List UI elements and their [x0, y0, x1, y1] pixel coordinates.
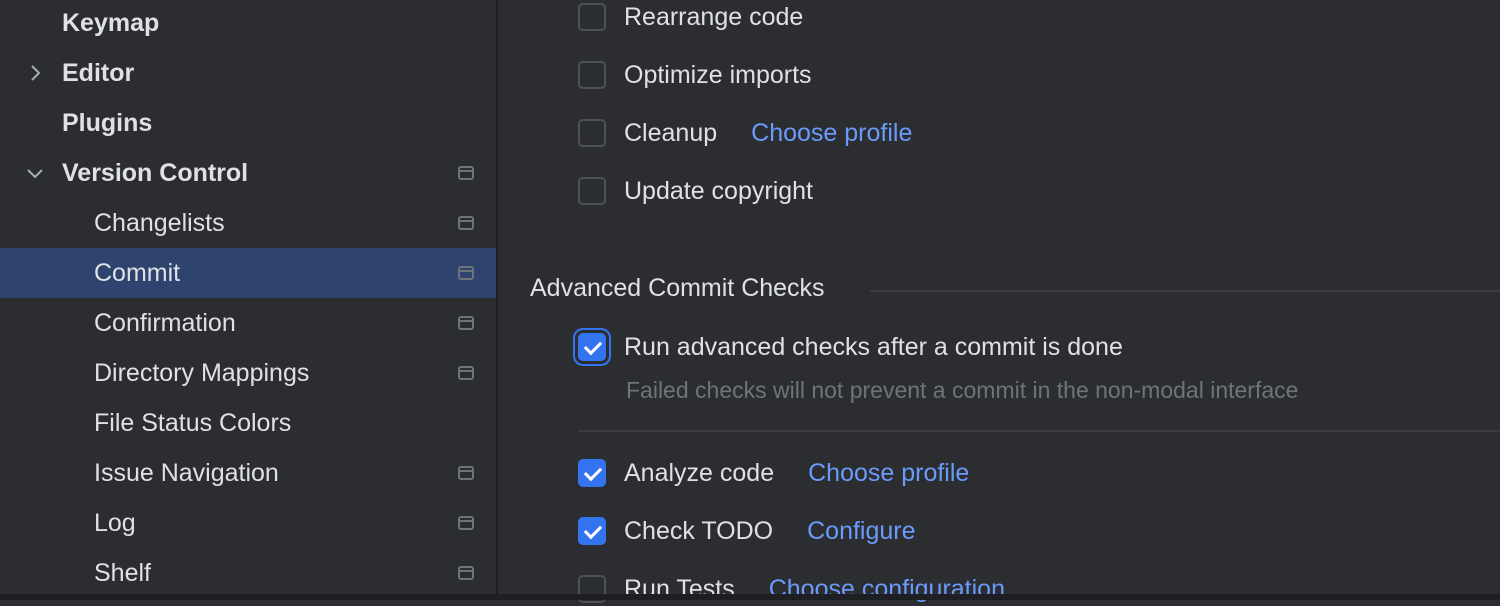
- sidebar-item-changelists[interactable]: Changelists: [0, 198, 496, 248]
- update-copyright-option[interactable]: Update copyright: [578, 174, 813, 208]
- rearrange-code-option[interactable]: Rearrange code: [578, 0, 803, 34]
- sidebar-item-keymap[interactable]: Keymap: [0, 0, 496, 48]
- sidebar-item-label: Keymap: [62, 8, 160, 37]
- cleanup-checkbox[interactable]: [578, 119, 606, 147]
- sidebar-item-label: Changelists: [94, 208, 225, 237]
- sidebar-item-label: Version Control: [62, 158, 249, 187]
- sidebar-item-label: File Status Colors: [94, 408, 292, 437]
- sidebar-item-label: Shelf: [94, 558, 151, 587]
- cleanup-option[interactable]: Cleanup Choose profile: [578, 116, 912, 150]
- section-title: Advanced Commit Checks: [530, 274, 825, 302]
- sidebar-item-label: Commit: [94, 258, 181, 287]
- option-label: Update copyright: [624, 176, 814, 205]
- project-level-icon: [458, 266, 474, 280]
- sidebar-item-label: Confirmation: [94, 308, 236, 337]
- analyze-code-checkbox[interactable]: [578, 459, 606, 487]
- project-level-icon: [458, 216, 474, 230]
- sidebar-item-label: Issue Navigation: [94, 458, 279, 487]
- run-advanced-checks-checkbox[interactable]: [578, 333, 606, 361]
- check-todo-option[interactable]: Check TODO Configure: [578, 514, 916, 548]
- project-level-icon: [458, 516, 474, 530]
- check-todo-configure-link[interactable]: Configure: [807, 517, 915, 546]
- sidebar-item-commit[interactable]: Commit: [0, 248, 496, 298]
- sidebar-item-label: Editor: [62, 58, 135, 87]
- project-level-icon: [458, 166, 474, 180]
- settings-sidebar: Keymap Editor Plugins Version Control Ch…: [0, 0, 498, 594]
- sidebar-item-directory-mappings[interactable]: Directory Mappings: [0, 348, 496, 398]
- sidebar-item-issue-navigation[interactable]: Issue Navigation: [0, 448, 496, 498]
- option-label: Check TODO: [624, 516, 774, 545]
- chevron-down-icon[interactable]: [24, 162, 46, 184]
- option-label: Run advanced checks after a commit is do…: [624, 332, 1123, 361]
- option-label: Cleanup: [624, 118, 718, 147]
- optimize-imports-checkbox[interactable]: [578, 61, 606, 89]
- analyze-choose-profile-link[interactable]: Choose profile: [808, 459, 969, 488]
- sidebar-item-confirmation[interactable]: Confirmation: [0, 298, 496, 348]
- project-level-icon: [458, 466, 474, 480]
- sidebar-item-editor[interactable]: Editor: [0, 48, 496, 98]
- project-level-icon: [458, 366, 474, 380]
- sidebar-item-file-status-colors[interactable]: File Status Colors: [0, 398, 496, 448]
- commit-settings-panel: Rearrange code Optimize imports Cleanup …: [498, 0, 1500, 603]
- run-advanced-checks-hint: Failed checks will not prevent a commit …: [626, 377, 1299, 403]
- sidebar-item-label: Log: [94, 508, 136, 537]
- cleanup-choose-profile-link[interactable]: Choose profile: [751, 119, 912, 148]
- sidebar-item-version-control[interactable]: Version Control: [0, 148, 496, 198]
- check-todo-checkbox[interactable]: [578, 517, 606, 545]
- sidebar-item-shelf[interactable]: Shelf: [0, 548, 496, 598]
- sidebar-item-plugins[interactable]: Plugins: [0, 98, 496, 148]
- sidebar-item-log[interactable]: Log: [0, 498, 496, 548]
- option-label: Optimize imports: [624, 60, 812, 89]
- run-advanced-checks-option[interactable]: Run advanced checks after a commit is do…: [578, 330, 1123, 364]
- project-level-icon: [458, 316, 474, 330]
- sidebar-item-label: Directory Mappings: [94, 358, 310, 387]
- analyze-code-option[interactable]: Analyze code Choose profile: [578, 456, 969, 490]
- sidebar-item-label: Plugins: [62, 108, 153, 137]
- rearrange-code-checkbox[interactable]: [578, 3, 606, 31]
- optimize-imports-option[interactable]: Optimize imports: [578, 58, 812, 92]
- run-tests-option[interactable]: Run Tests Choose configuration: [578, 572, 1005, 606]
- section-divider: [870, 290, 1500, 292]
- chevron-right-icon[interactable]: [24, 62, 46, 84]
- option-label: Analyze code: [624, 458, 775, 487]
- update-copyright-checkbox[interactable]: [578, 177, 606, 205]
- divider: [578, 430, 1500, 432]
- bottom-border: [0, 594, 1500, 600]
- option-label: Rearrange code: [624, 2, 804, 31]
- project-level-icon: [458, 566, 474, 580]
